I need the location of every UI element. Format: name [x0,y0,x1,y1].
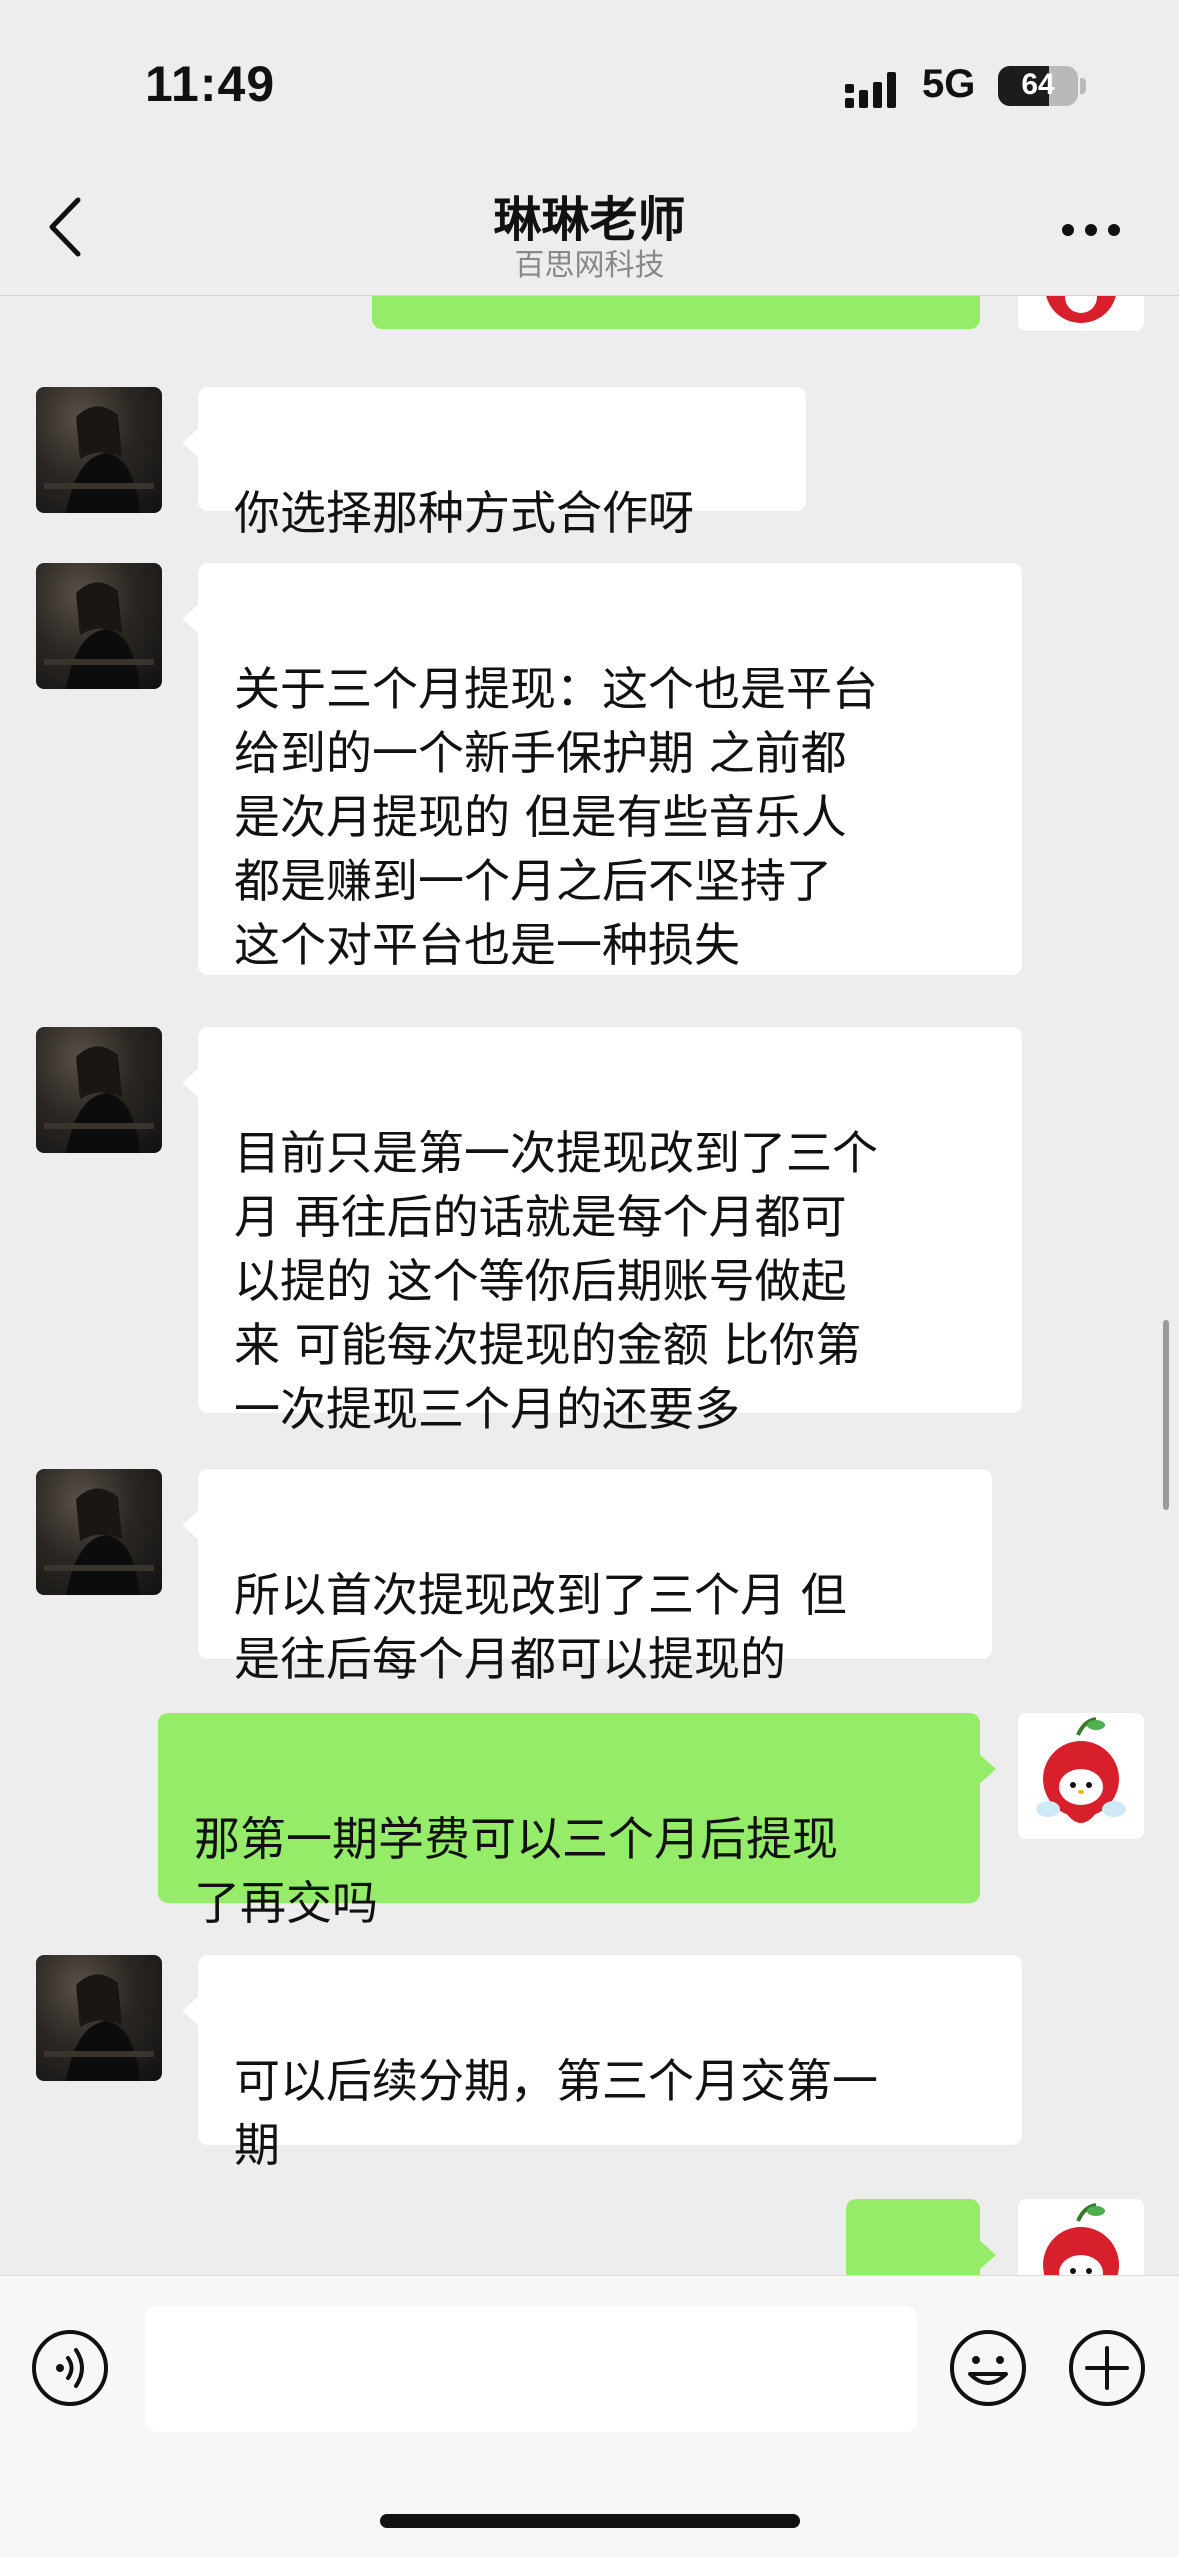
scrollbar[interactable] [1163,1320,1169,1510]
message-text: 所以首次提现改到了三个月 但 是往后每个月都可以提现的 [234,1568,847,1686]
message-input[interactable] [145,2306,917,2432]
contact-avatar[interactable] [36,1469,162,1595]
battery-level: 64 [1021,68,1055,101]
message-bubble-incoming[interactable]: 你选择那种方式合作呀 [182,387,806,540]
my-avatar[interactable] [1018,1713,1144,1839]
battery-tip [1080,78,1086,94]
chat-header: 琳琳老师 百思网科技 [0,170,1179,296]
message-text: 你选择那种方式合作呀 [234,486,694,540]
status-bar: 11:49 5G 64 [0,0,1179,170]
signal-icon [845,72,896,108]
message-list[interactable]: 你选择那种方式合作呀 关于三个月提现：这个也是平台 给到的一个新手保护期 之前都… [0,295,1179,2275]
person-avatar-icon [44,1046,154,1153]
message-bubble-incoming[interactable]: 可以后续分期，第三个月交第一 期 [182,1955,1022,2172]
message-bubble-outgoing[interactable]: 那第一期学费可以三个月后提现 了再交吗 [158,1713,996,1930]
emoji-icon[interactable] [948,2328,1028,2408]
cherry-avatar-icon [1043,2203,1119,2275]
network-type: 5G [922,62,976,106]
plus-icon[interactable] [1067,2328,1147,2408]
contact-avatar[interactable] [36,1027,162,1153]
contact-avatar[interactable] [36,563,162,689]
more-icon[interactable] [1060,218,1122,242]
my-avatar[interactable] [1018,295,1144,331]
person-avatar-icon [44,406,154,513]
cherry-avatar-icon [1045,295,1117,323]
message-text: 目前只是第一次提现改到了三个 月 再往后的话就是每个月都可 以提的 这个等你后期… [234,1126,878,1436]
contact-avatar[interactable] [36,1955,162,2081]
person-avatar-icon [44,1488,154,1595]
voice-icon[interactable] [30,2328,110,2408]
message-bubble-outgoing[interactable]: 好 [846,2199,996,2275]
message-bubble-incoming[interactable]: 所以首次提现改到了三个月 但 是往后每个月都可以提现的 [182,1469,992,1686]
message-text: 可以后续分期，第三个月交第一 期 [234,2054,878,2172]
message-bubble-incoming[interactable]: 目前只是第一次提现改到了三个 月 再往后的话就是每个月都可 以提的 这个等你后期… [182,1027,1022,1436]
cherry-avatar-icon [1036,1717,1126,1823]
contact-company: 百思网科技 [514,248,665,283]
battery-icon: 64 [998,66,1078,106]
contact-avatar[interactable] [36,387,162,513]
person-avatar-icon [44,1974,154,2081]
message-bubble-incoming[interactable]: 关于三个月提现：这个也是平台 给到的一个新手保护期 之前都 是次月提现的 但是有… [182,563,1022,975]
message-bubble-outgoing[interactable] [372,295,996,329]
person-avatar-icon [44,582,154,689]
message-text: 关于三个月提现：这个也是平台 给到的一个新手保护期 之前都 是次月提现的 但是有… [234,662,878,972]
message-text: 那第一期学费可以三个月后提现 了再交吗 [194,1812,838,1930]
my-avatar[interactable] [1018,2199,1144,2275]
status-time: 11:49 [145,56,276,112]
home-indicator[interactable] [380,2514,800,2528]
